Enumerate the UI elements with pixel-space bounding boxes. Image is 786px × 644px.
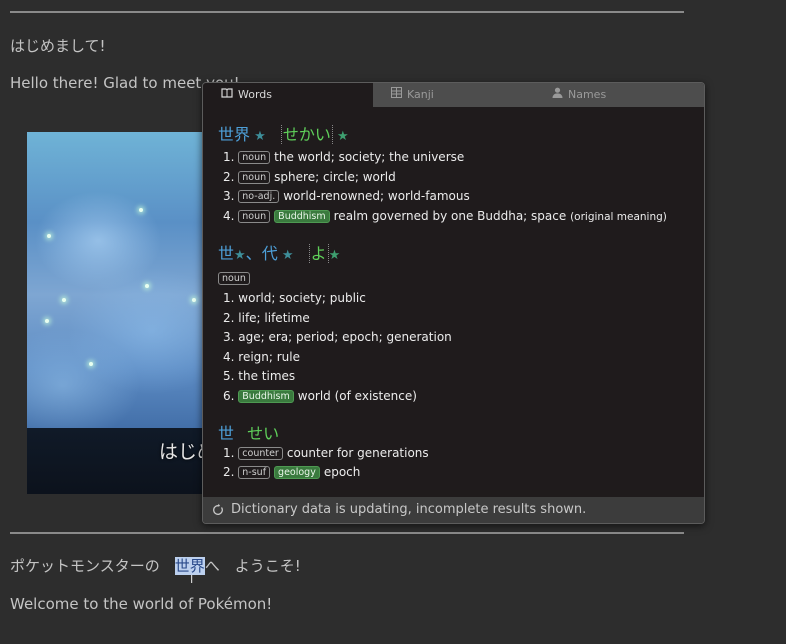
common-star-icon: ★ xyxy=(332,129,349,144)
book-icon xyxy=(221,83,233,107)
pos-tag: noun xyxy=(238,210,271,223)
welcome-prefix: ポケットモンスターの xyxy=(10,557,175,575)
status-bar: Dictionary data is updating, incomplete … xyxy=(203,497,704,523)
sparkle xyxy=(62,298,66,302)
entry-reading: よ xyxy=(308,244,329,263)
common-star-icon: ★ xyxy=(328,248,341,263)
common-star-icon: ★ xyxy=(250,129,266,144)
status-message: Dictionary data is updating, incomplete … xyxy=(231,502,587,517)
popup-tabs: Words Kanji Names xyxy=(203,83,704,107)
pos-tag: noun xyxy=(238,171,271,184)
sense-note: (original meaning) xyxy=(570,211,667,223)
sense-item: 1. world; society; public xyxy=(223,291,366,305)
sense-item: 6. Buddhism world (of existence) xyxy=(223,389,417,403)
sense-item: 4. reign; rule xyxy=(223,350,301,364)
field-tag: geology xyxy=(274,466,320,479)
sense-item: 4. noun Buddhism realm governed by one Bud… xyxy=(223,209,667,223)
sense-item: 2. noun sphere; circle; world xyxy=(223,170,396,184)
tab-words[interactable]: Words xyxy=(203,83,373,107)
pos-tag: noun xyxy=(218,272,250,285)
bottom-divider xyxy=(10,532,684,534)
pos-tag: noun xyxy=(238,151,271,164)
field-tag: Buddhism xyxy=(238,390,294,403)
entry-kanji: 世 xyxy=(218,244,235,263)
refresh-icon xyxy=(212,497,224,523)
video-frame[interactable]: はじめ xyxy=(27,132,205,494)
sense-item: 3. age; era; period; epoch; generation xyxy=(223,330,452,344)
pos-tag: n-suf xyxy=(238,466,271,479)
entry-heading: 世★、代 ★ よ ★ xyxy=(218,240,340,264)
sparkle xyxy=(89,362,93,366)
sense-item: 2. life; lifetime xyxy=(223,311,310,325)
kanji-separator: 、 xyxy=(245,244,262,263)
japanese-greeting: はじめまして! xyxy=(10,37,106,55)
tab-names[interactable]: Names xyxy=(552,83,702,107)
tab-words-label: Words xyxy=(238,88,273,101)
entry-reading: せい xyxy=(247,424,280,443)
entry-heading: 世 せい xyxy=(218,420,279,444)
welcome-suffix: へ ようこそ! xyxy=(204,557,301,575)
person-icon xyxy=(552,83,563,107)
pos-tag: no-adj. xyxy=(238,190,280,203)
sense-item: 1. counter counter for generations xyxy=(223,446,429,460)
entry-kanji: 世界 xyxy=(218,125,251,144)
video-subtitle: はじめ xyxy=(159,441,205,463)
entry-kanji: 世 xyxy=(218,424,235,443)
pos-line: noun xyxy=(218,271,254,285)
dictionary-popup: Words Kanji Names 世界 ★ せかい ★ 1. noun the … xyxy=(202,82,705,524)
text-cursor-icon: I xyxy=(190,573,194,586)
sparkle xyxy=(192,298,196,302)
kanji-icon xyxy=(391,83,402,107)
entry-reading: せかい xyxy=(280,125,333,144)
field-tag: Buddhism xyxy=(274,210,330,223)
sparkle xyxy=(145,284,149,288)
sense-item: 5. the times xyxy=(223,369,296,383)
pos-tag: counter xyxy=(238,447,283,460)
entry-kanji: 代 xyxy=(261,244,278,263)
sense-item: 3. no-adj. world-renowned; world-famous xyxy=(223,189,470,203)
entry-heading: 世界 ★ せかい ★ xyxy=(218,121,349,145)
tab-kanji-label: Kanji xyxy=(407,88,434,101)
sense-item: 1. noun the world; society; the universe xyxy=(223,150,465,164)
sparkle xyxy=(45,319,49,323)
sparkle xyxy=(47,234,51,238)
common-star-icon: ★ xyxy=(234,248,246,263)
sparkle xyxy=(139,208,143,212)
english-welcome: Welcome to the world of Pokémon! xyxy=(10,595,273,613)
tab-kanji[interactable]: Kanji xyxy=(391,83,541,107)
tab-names-label: Names xyxy=(568,88,607,101)
sense-item: 2. n-suf geology epoch xyxy=(223,465,361,479)
common-star-icon: ★ xyxy=(277,248,294,263)
top-divider xyxy=(10,11,684,13)
japanese-welcome: ポケットモンスターの 世界へ ようこそ! xyxy=(10,555,301,576)
